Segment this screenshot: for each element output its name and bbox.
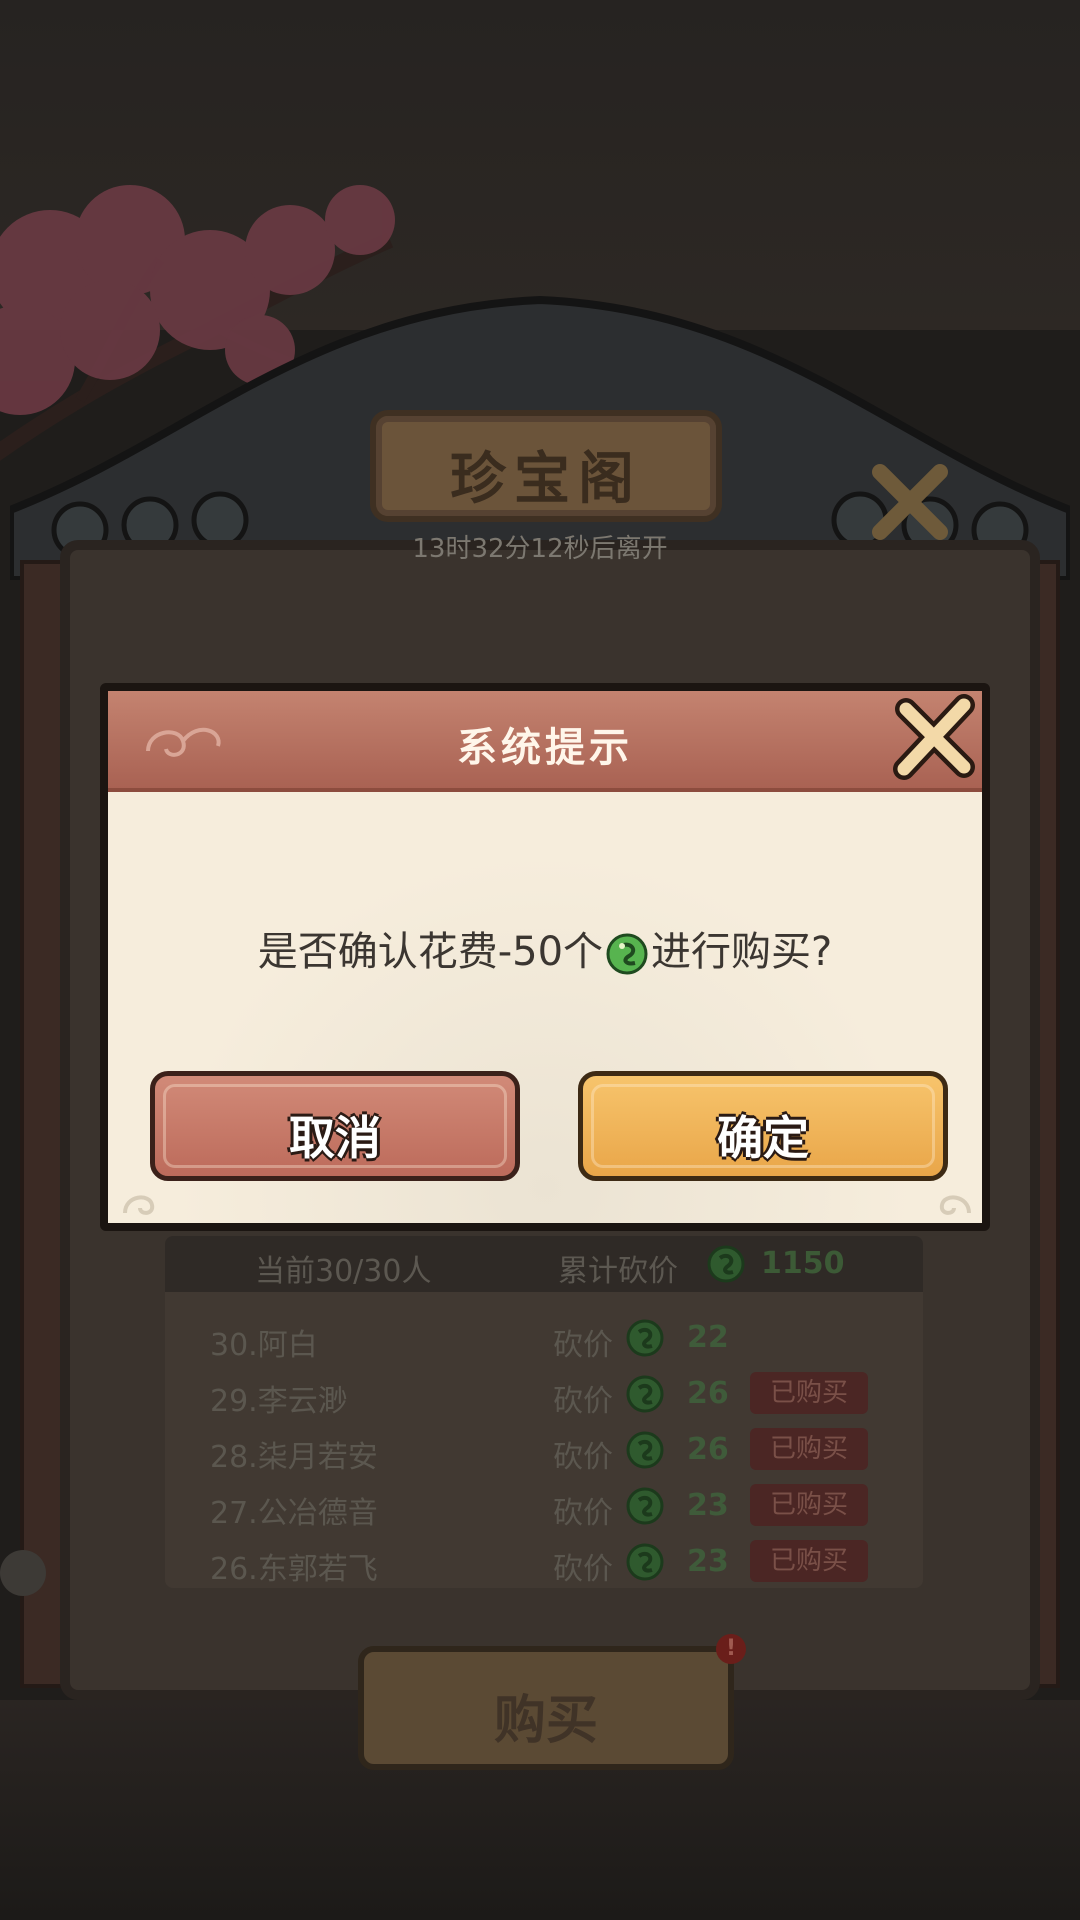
cut-value: 26 [687,1376,729,1411]
dialog-title: 系统提示 [457,725,633,771]
cut-label: 砍价 [553,1496,613,1531]
purchased-badge: 已购买 [750,1484,868,1526]
cloud-ornament-icon [123,1195,155,1215]
player-name: 27.公冶德音 [210,1496,378,1531]
list-item: 29.李云渺 砍价 26 已购买 [165,1368,923,1424]
cut-label: 砍价 [553,1384,613,1419]
buy-button[interactable]: 购买 [358,1646,734,1770]
cut-value: 23 [687,1544,729,1579]
list-item: 26.东郭若飞 砍价 23 已购买 [165,1536,923,1592]
cut-value: 26 [687,1432,729,1467]
player-name: 29.李云渺 [210,1384,348,1419]
list-item: 27.公冶德音 砍价 23 已购买 [165,1480,923,1536]
cut-label: 砍价 [553,1328,613,1363]
jade-coin-icon [626,1375,664,1413]
participant-count: 当前30/30人 [255,1254,432,1289]
cut-value: 23 [687,1488,729,1523]
player-name: 28.柒月若安 [210,1440,378,1475]
buy-button-label: 购买 [493,1691,598,1751]
confirm-button[interactable]: 确定 [578,1071,948,1181]
alert-badge: ! [716,1634,746,1664]
player-name: 26.东郭若飞 [210,1552,378,1587]
list-item: 30.阿白 砍价 22 [165,1312,923,1368]
message-text-end: 进行购买? [651,929,833,975]
shop-title-plaque: 珍宝阁 [370,410,722,522]
purchased-badge: 已购买 [750,1540,868,1582]
green-jade-coin-icon [606,933,648,975]
jade-coin-icon [707,1245,745,1283]
cut-label: 砍价 [553,1552,613,1587]
dialog-message: 是否确认花费-50个 进行购买? [108,919,982,977]
jade-coin-icon [626,1319,664,1357]
total-bargain-value: 1150 [761,1246,845,1281]
jade-coin-icon [626,1543,664,1581]
bargain-list-header: 当前30/30人 累计砍价 1150 [165,1236,923,1292]
message-text-start: 是否确认花费-50个 [257,929,604,975]
cancel-button[interactable]: 取消 [150,1071,520,1181]
dialog-header: 系统提示 [108,691,982,792]
player-name: 30.阿白 [210,1328,318,1363]
shop-title: 珍宝阁 [450,447,642,512]
cut-label: 砍价 [553,1440,613,1475]
chat-icon[interactable] [0,1550,46,1596]
jade-coin-icon [626,1487,664,1525]
cancel-button-label: 取消 [289,1111,381,1165]
game-screen: 珍宝阁 13时32分12秒后离开 当前30/30人 累计砍价 1150 30.阿… [0,0,1080,1920]
total-bargain-label: 累计砍价 [558,1254,678,1289]
confirm-dialog: 系统提示 是否确认花费-50个 进行购买? 取消 确定 [100,683,990,1231]
list-item: 28.柒月若安 砍价 26 已购买 [165,1424,923,1480]
shop-close-icon[interactable] [868,460,952,544]
bargain-list[interactable]: 当前30/30人 累计砍价 1150 30.阿白 砍价 22 29.李云渺 砍价… [165,1236,923,1588]
jade-coin-icon [626,1431,664,1469]
purchased-badge: 已购买 [750,1372,868,1414]
cut-value: 22 [687,1320,729,1355]
confirm-button-label: 确定 [717,1111,809,1165]
cloud-ornament-icon [939,1195,971,1215]
dialog-close-icon[interactable] [888,691,980,783]
purchased-badge: 已购买 [750,1428,868,1470]
